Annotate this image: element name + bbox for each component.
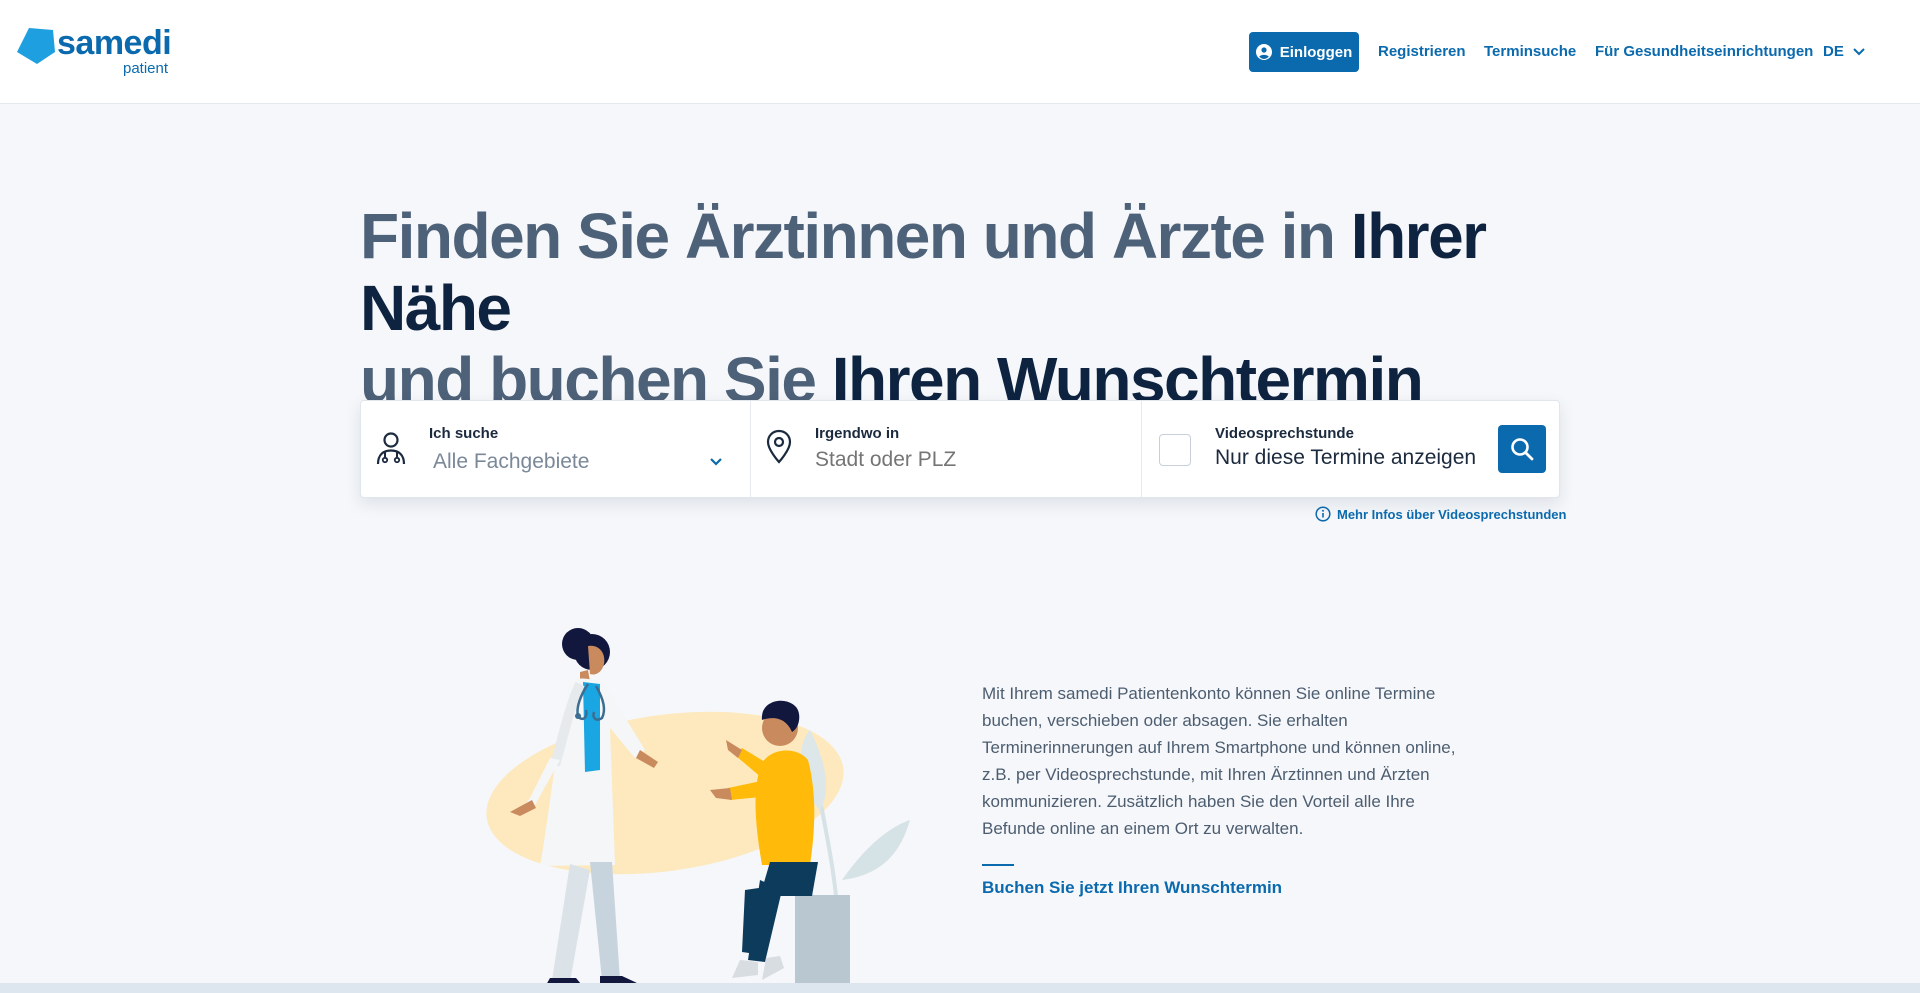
language-selector[interactable]: DE: [1823, 43, 1866, 60]
location-field: Irgendwo in: [752, 401, 1142, 497]
video-consultation-filter: Videosprechstunde Nur diese Termine anze…: [1143, 401, 1561, 497]
search-button[interactable]: [1498, 425, 1546, 473]
hero-line1-regular: Finden Sie Ärztinnen und Ärzte in: [360, 200, 1351, 272]
location-input[interactable]: [815, 445, 1115, 475]
search-icon: [1511, 438, 1534, 461]
chevron-down-icon: [1853, 47, 1865, 55]
video-option-label[interactable]: Nur diese Termine anzeigen: [1215, 446, 1476, 470]
video-only-checkbox[interactable]: [1159, 434, 1191, 466]
doctor-patient-illustration: [486, 628, 910, 992]
healthcare-providers-link[interactable]: Für Gesundheitseinrichtungen: [1595, 43, 1813, 60]
cta-divider: [982, 864, 1014, 866]
specialty-select[interactable]: Ich suche Alle Fachgebiete: [361, 401, 751, 497]
samedi-logo[interactable]: samedi patient: [15, 24, 175, 78]
logo-wordmark: samedi: [57, 24, 172, 62]
login-label: Einloggen: [1279, 43, 1353, 61]
video-info-label: Mehr Infos über Videosprechstunden: [1337, 506, 1567, 522]
info-icon: [1315, 506, 1331, 522]
register-link[interactable]: Registrieren: [1378, 43, 1466, 60]
specialty-label: Ich suche: [429, 425, 499, 442]
user-icon: [1255, 44, 1272, 60]
language-label: DE: [1823, 43, 1844, 60]
intro-paragraph: Mit Ihrem samedi Patientenkonto können S…: [982, 684, 1456, 838]
appointment-search-link[interactable]: Terminsuche: [1484, 43, 1576, 60]
chevron-down-icon: [710, 458, 722, 466]
specialty-value: Alle Fachgebiete: [433, 450, 590, 473]
location-label: Irgendwo in: [815, 425, 900, 442]
header: samedi patient Einloggen Registrieren Te…: [0, 0, 1920, 104]
bottom-section-edge: [0, 983, 1920, 993]
book-appointment-link[interactable]: Buchen Sie jetzt Ihren Wunschtermin: [982, 878, 1282, 898]
location-pin-icon: [766, 429, 792, 464]
login-button[interactable]: Einloggen: [1249, 32, 1359, 72]
video-label: Videosprechstunde: [1215, 425, 1354, 442]
logo-subtitle: patient: [123, 60, 169, 77]
logo-mark-icon: [17, 28, 55, 64]
video-info-link[interactable]: Mehr Infos über Videosprechstunden: [1315, 506, 1566, 522]
search-bar: Ich suche Alle Fachgebiete Irgendwo in V…: [360, 400, 1560, 498]
doctor-icon: [376, 432, 406, 465]
